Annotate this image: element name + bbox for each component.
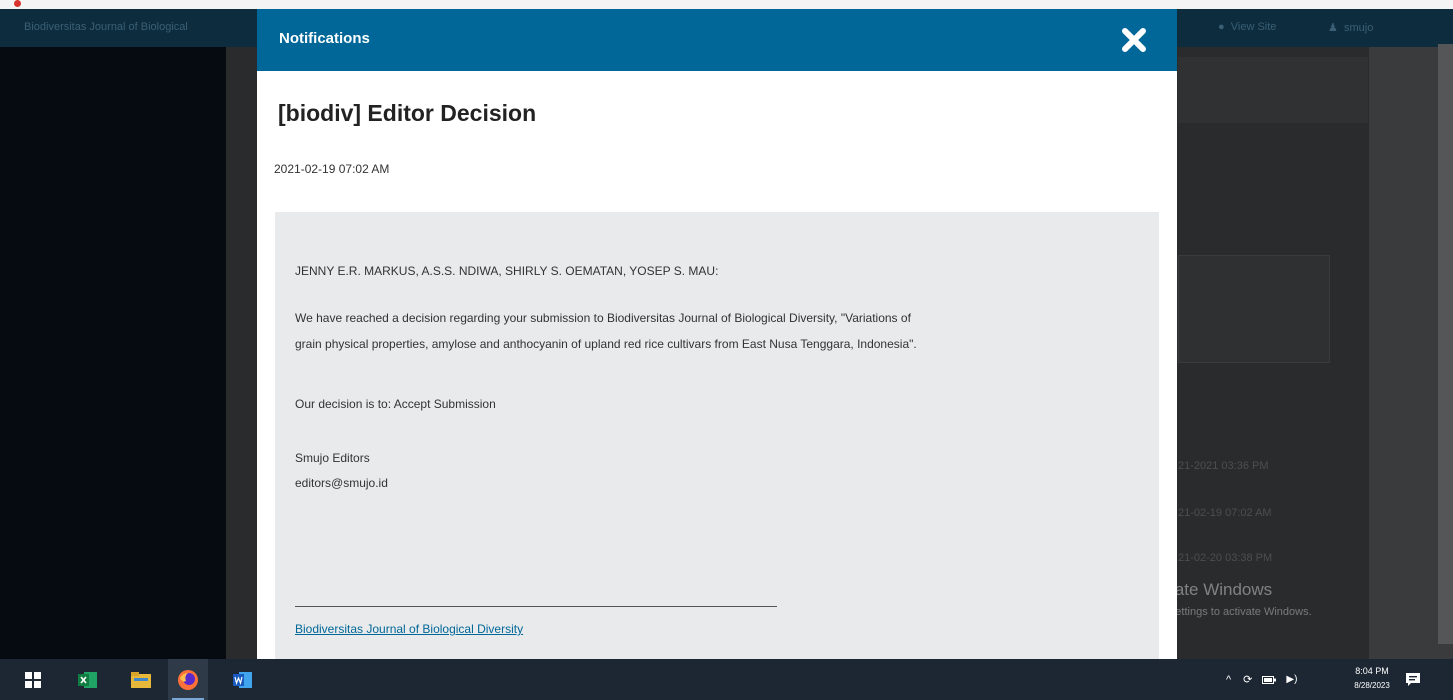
signature-name: Smujo Editors	[295, 451, 370, 465]
bookmarks-bar	[0, 0, 1453, 9]
notification-center-button[interactable]	[1402, 659, 1424, 700]
bookmark-favicon-icon	[14, 0, 21, 7]
greeting-text: JENNY E.R. MARKUS, A.S.S. NDIWA, SHIRLY …	[295, 264, 719, 278]
windows-logo-icon	[25, 671, 41, 688]
taskbar-clock[interactable]: 8:04 PM 8/28/2023	[1346, 664, 1398, 692]
journal-footer-link[interactable]: Biodiversitas Journal of Biological Dive…	[295, 622, 523, 636]
folder-icon	[131, 671, 151, 688]
word-icon	[233, 671, 252, 688]
app-timestamp: 21-02-20 03:38 PM	[1178, 552, 1273, 564]
signature-email: editors@smujo.id	[295, 476, 388, 490]
user-menu[interactable]: ♟ smujo	[1328, 21, 1373, 34]
decision-paragraph-line: We have reached a decision regarding you…	[295, 311, 911, 325]
start-button[interactable]	[18, 659, 48, 700]
notification-date: 2021-02-19 07:02 AM	[274, 162, 390, 176]
taskbar: ^ ⟳ ▶) 8:04 PM 8/28/2023	[0, 659, 1453, 700]
decision-paragraph-line: grain physical properties, amylose and a…	[295, 337, 917, 351]
modal-header: Notifications	[257, 9, 1177, 71]
notification-body: JENNY E.R. MARKUS, A.S.S. NDIWA, SHIRLY …	[275, 212, 1159, 659]
taskbar-excel[interactable]	[70, 659, 106, 700]
close-icon	[1122, 28, 1146, 52]
modal-title: Notifications	[279, 30, 370, 47]
taskbar-file-explorer[interactable]	[123, 659, 159, 700]
app-timestamp: 21-2021 03:36 PM	[1178, 460, 1269, 472]
clock-time: 8:04 PM	[1355, 666, 1389, 676]
page-scrollbar[interactable]	[1438, 44, 1453, 644]
volume-icon[interactable]: ▶)	[1286, 674, 1297, 685]
system-tray: ^ ⟳ ▶)	[1226, 659, 1305, 700]
footer-divider	[295, 606, 777, 607]
notification-center-icon	[1406, 673, 1420, 686]
clock-date: 8/28/2023	[1354, 681, 1390, 690]
firefox-icon	[178, 669, 198, 690]
taskbar-firefox[interactable]	[168, 659, 208, 700]
app-card	[1178, 57, 1368, 123]
view-site-link[interactable]: ● View Site	[1218, 21, 1276, 33]
decision-text: Our decision is to: Accept Submission	[295, 397, 496, 411]
app-card	[1178, 255, 1330, 363]
user-name: smujo	[1344, 22, 1374, 34]
view-site-label: View Site	[1230, 21, 1277, 33]
sync-icon[interactable]: ⟳	[1243, 673, 1252, 686]
taskbar-word[interactable]	[225, 659, 261, 700]
app-sidebar	[0, 47, 226, 659]
app-timestamp: 21-02-19 07:02 AM	[1178, 507, 1272, 519]
chevron-up-icon[interactable]: ^	[1226, 674, 1231, 686]
notification-subject: [biodiv] Editor Decision	[278, 100, 537, 126]
notification-modal: Notifications [biodiv] Editor Decision 2…	[257, 9, 1177, 659]
user-icon: ♟	[1328, 22, 1338, 34]
excel-icon	[78, 671, 97, 688]
close-button[interactable]	[1117, 23, 1151, 57]
battery-icon[interactable]	[1262, 671, 1277, 689]
site-title[interactable]: Biodiversitas Journal of Biological	[24, 21, 188, 33]
